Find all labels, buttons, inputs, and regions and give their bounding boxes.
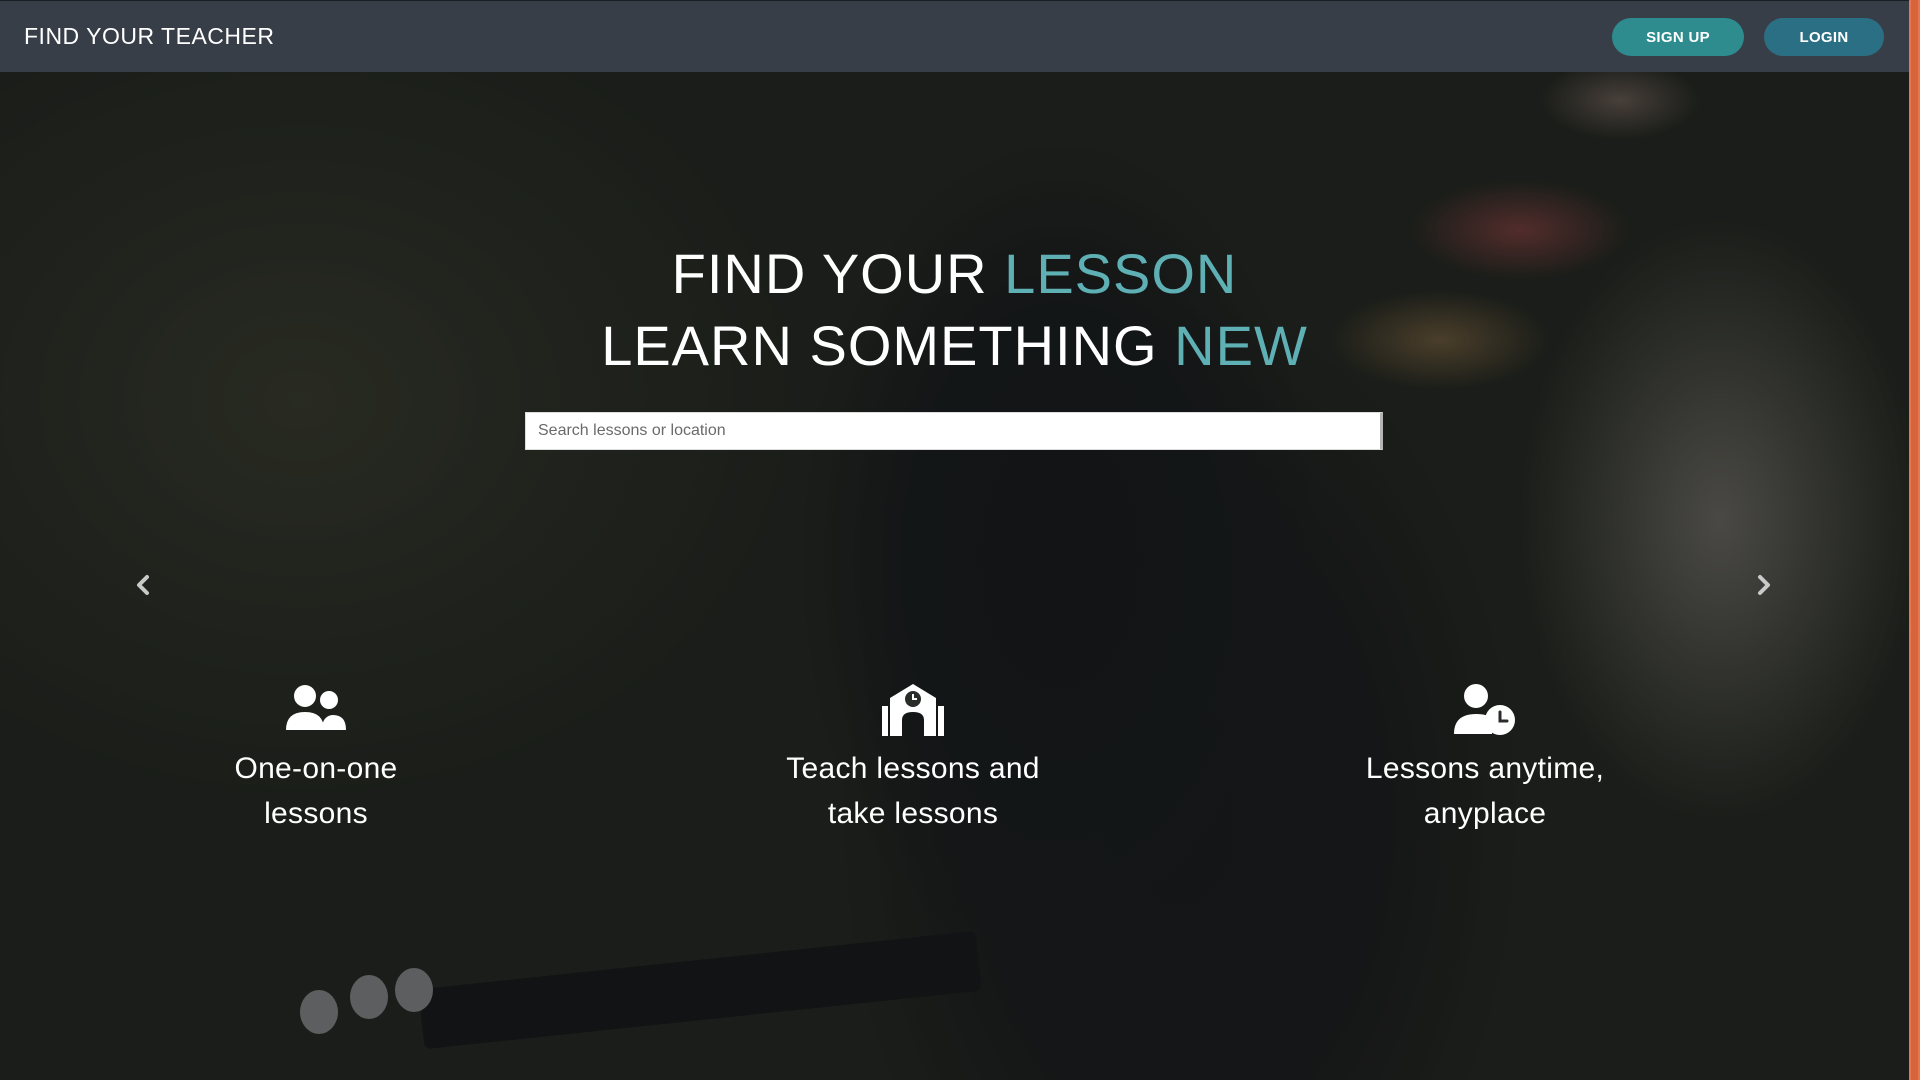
headline-line-1-prefix: FIND YOUR — [671, 242, 1005, 305]
scrollbar-thumb[interactable] — [1911, 0, 1918, 1080]
feature-anytime-anyplace: Lessons anytime, anyplace — [1305, 682, 1665, 836]
users-icon — [286, 685, 346, 730]
page: FIND YOUR TEACHER SIGN UP LOGIN FIND YOU… — [0, 0, 1909, 1080]
headline-line-1-accent: LESSON — [1004, 242, 1238, 305]
school-clock-icon — [882, 684, 944, 736]
signup-button[interactable]: SIGN UP — [1612, 18, 1744, 56]
guitar-peg-decoration — [395, 968, 433, 1012]
search-bar — [525, 412, 1383, 450]
hero-background-image — [0, 0, 1909, 1080]
scrollbar[interactable] — [1909, 0, 1920, 1080]
headline-line-2-accent: NEW — [1174, 314, 1308, 377]
search-input[interactable] — [526, 413, 1380, 449]
guitar-peg-decoration — [350, 975, 388, 1019]
chevron-right-icon[interactable] — [1750, 572, 1776, 598]
hero-headline: FIND YOUR LESSON LEARN SOMETHING NEW — [0, 238, 1909, 382]
headline-line-2: LEARN SOMETHING NEW — [0, 310, 1909, 382]
feature-label: One-on-one lessons — [234, 752, 398, 830]
user-clock-icon — [1454, 684, 1515, 735]
feature-label: Lessons anytime, anyplace — [1365, 752, 1605, 830]
feature-label: Teach lessons and take lessons — [786, 752, 1040, 830]
login-button[interactable]: LOGIN — [1764, 18, 1884, 56]
brand-title[interactable]: FIND YOUR TEACHER — [24, 23, 274, 50]
feature-one-on-one: One-on-one lessons — [136, 682, 496, 836]
headline-line-1: FIND YOUR LESSON — [0, 238, 1909, 310]
top-navbar: FIND YOUR TEACHER SIGN UP LOGIN — [0, 0, 1909, 72]
headline-line-2-prefix: LEARN SOMETHING — [601, 314, 1175, 377]
guitar-peg-decoration — [300, 990, 338, 1034]
chevron-left-icon[interactable] — [131, 572, 157, 598]
feature-teach-and-take: Teach lessons and take lessons — [733, 682, 1093, 836]
